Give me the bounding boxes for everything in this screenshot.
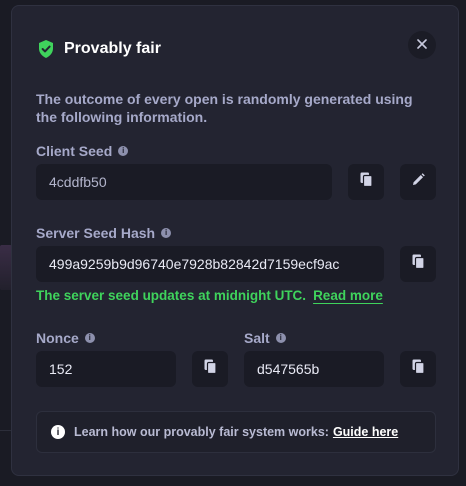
salt-value: d547565b [257, 361, 320, 377]
modal-description: The outcome of every open is randomly ge… [36, 91, 413, 125]
copy-icon [412, 359, 425, 379]
close-icon [417, 36, 427, 54]
client-seed-label-text: Client Seed [36, 143, 113, 159]
client-seed-label: Client Seed i [36, 143, 129, 159]
copy-nonce-button[interactable] [192, 351, 228, 387]
server-seed-hash-label-text: Server Seed Hash [36, 225, 156, 241]
server-seed-hash-field[interactable]: 499a9259b9d96740e7928b82842d7159ecf9ac [36, 246, 384, 282]
nonce-field[interactable]: 152 [36, 351, 176, 387]
provably-fair-modal: Provably fair The outcome of every open … [11, 5, 459, 476]
copy-icon [360, 172, 373, 192]
info-icon[interactable]: i [118, 146, 129, 156]
server-seed-hash-label: Server Seed Hash i [36, 225, 172, 241]
close-button[interactable] [408, 31, 436, 59]
salt-label: Salt i [244, 330, 286, 346]
server-seed-note: The server seed updates at midnight UTC.… [36, 288, 383, 303]
copy-salt-button[interactable] [400, 351, 436, 387]
modal-header: Provably fair [38, 36, 161, 62]
read-more-link[interactable]: Read more [313, 288, 383, 303]
edit-client-seed-button[interactable] [400, 164, 436, 200]
server-seed-note-text: The server seed updates at midnight UTC. [36, 288, 307, 303]
guide-text: Learn how our provably fair system works… [74, 425, 329, 439]
shield-check-icon [38, 40, 54, 58]
nonce-value: 152 [49, 361, 73, 377]
salt-field[interactable]: d547565b [244, 351, 384, 387]
client-seed-field[interactable]: 4cddfb50 [36, 164, 332, 200]
copy-icon [204, 359, 217, 379]
info-icon[interactable]: i [84, 333, 95, 343]
modal-title: Provably fair [64, 40, 161, 57]
nonce-label: Nonce i [36, 330, 95, 346]
info-icon[interactable]: i [161, 228, 172, 238]
pencil-icon [412, 173, 425, 191]
guide-banner: i Learn how our provably fair system wor… [36, 411, 436, 453]
server-seed-hash-value: 499a9259b9d96740e7928b82842d7159ecf9ac [49, 256, 340, 272]
copy-client-seed-button[interactable] [348, 164, 384, 200]
salt-label-text: Salt [244, 330, 270, 346]
info-circle-icon: i [51, 425, 65, 439]
guide-link[interactable]: Guide here [333, 425, 398, 439]
copy-icon [412, 254, 425, 274]
nonce-label-text: Nonce [36, 330, 79, 346]
client-seed-value: 4cddfb50 [49, 174, 107, 190]
copy-server-seed-hash-button[interactable] [400, 246, 436, 282]
info-icon[interactable]: i [275, 333, 286, 343]
